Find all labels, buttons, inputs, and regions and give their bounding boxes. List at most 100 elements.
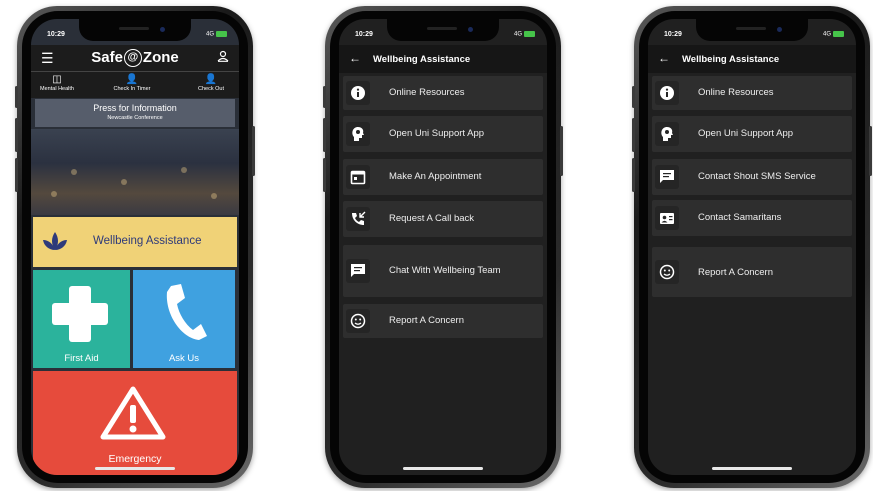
status-time: 10:29 xyxy=(664,31,682,38)
ask-us-tile[interactable]: Ask Us xyxy=(133,270,235,368)
notch xyxy=(79,19,191,41)
contact-card-icon xyxy=(655,206,679,230)
smiley-icon xyxy=(346,309,370,333)
phone-callback-icon xyxy=(346,207,370,231)
first-aid-label: First Aid xyxy=(64,353,99,364)
check-out-button[interactable]: 👤 Check Out xyxy=(191,74,231,92)
chat-with-wellbeing-team-item[interactable]: Chat With Wellbeing Team xyxy=(343,245,543,297)
chat-with-wellbeing-team-label: Chat With Wellbeing Team xyxy=(389,265,501,276)
check-in-timer-label: Check In Timer xyxy=(113,86,151,92)
head-support-icon xyxy=(346,122,370,146)
phone-side-button xyxy=(632,86,635,108)
info-subtitle: Newcastle Conference xyxy=(107,115,163,121)
contact-samaritans-label: Contact Samaritans xyxy=(698,212,782,223)
mental-health-icon: ◫ xyxy=(52,74,62,85)
request-call-back-item[interactable]: Request A Call back xyxy=(343,201,543,237)
notch xyxy=(696,19,808,41)
phone-power-button xyxy=(560,126,563,176)
open-uni-support-app-label: Open Uni Support App xyxy=(389,128,485,139)
info-title: Press for Information xyxy=(93,103,177,113)
press-for-information-banner[interactable]: Press for Information Newcastle Conferen… xyxy=(35,99,235,127)
wellbeing-screen-b: 10:29 4G ← Wellbeing Assistance Online R… xyxy=(648,19,856,475)
first-aid-tile[interactable]: First Aid xyxy=(33,270,130,368)
phone-volume-up xyxy=(15,118,18,152)
open-uni-support-app-label: Open Uni Support App xyxy=(698,128,794,139)
status-signal: 4G xyxy=(514,31,535,38)
check-out-label: Check Out xyxy=(198,86,224,92)
phone-volume-up xyxy=(632,118,635,152)
check-in-timer-button[interactable]: 👤 Check In Timer xyxy=(107,74,157,92)
mental-health-button[interactable]: ◫ Mental Health xyxy=(37,74,77,92)
wellbeing-assistance-tile[interactable]: Wellbeing Assistance xyxy=(33,217,237,267)
phone-wellbeing-list-a: 10:29 4G ← Wellbeing Assistance Online R… xyxy=(323,6,563,488)
chat-icon xyxy=(655,165,679,189)
user-profile-icon[interactable] xyxy=(217,50,229,65)
phone-wellbeing-list-b: 10:29 4G ← Wellbeing Assistance Online R… xyxy=(632,6,872,488)
quick-actions-bar: ◫ Mental Health 👤 Check In Timer 👤 Check… xyxy=(31,71,239,98)
emergency-label: Emergency xyxy=(108,453,162,465)
battery-icon xyxy=(833,31,844,37)
online-resources-label: Online Resources xyxy=(698,87,774,98)
status-signal: 4G xyxy=(206,31,227,38)
contact-shout-sms-label: Contact Shout SMS Service xyxy=(698,171,816,182)
mental-health-label: Mental Health xyxy=(40,86,74,92)
ask-us-label: Ask Us xyxy=(168,353,200,364)
status-signal: 4G xyxy=(823,31,844,38)
contact-samaritans-item[interactable]: Contact Samaritans xyxy=(652,200,852,236)
lotus-icon xyxy=(43,232,67,250)
app-bar: ← Wellbeing Assistance xyxy=(648,45,856,73)
status-time: 10:29 xyxy=(355,31,373,38)
phone-volume-down xyxy=(15,158,18,192)
page-title: Wellbeing Assistance xyxy=(682,54,780,65)
request-call-back-label: Request A Call back xyxy=(389,213,475,224)
status-time: 10:29 xyxy=(47,31,65,38)
battery-icon xyxy=(524,31,535,37)
make-appointment-label: Make An Appointment xyxy=(389,171,482,182)
wellbeing-screen-a: 10:29 4G ← Wellbeing Assistance Online R… xyxy=(339,19,547,475)
home-screen: 10:29 4G ☰ Safe @ Zone ◫ Mental Health 👤 C… xyxy=(31,19,239,475)
phone-home-screen: 10:29 4G ☰ Safe @ Zone ◫ Mental Health 👤 C… xyxy=(15,6,255,488)
emergency-tile[interactable]: Emergency xyxy=(33,371,237,475)
warning-triangle-icon xyxy=(100,386,166,440)
phone-power-button xyxy=(252,126,255,176)
page-title: Wellbeing Assistance xyxy=(373,54,471,65)
open-uni-support-app-item[interactable]: Open Uni Support App xyxy=(652,116,852,152)
home-indicator[interactable] xyxy=(712,467,792,470)
report-concern-label: Report A Concern xyxy=(389,315,464,326)
info-icon xyxy=(655,81,679,105)
phone-volume-down xyxy=(632,158,635,192)
check-out-icon: 👤 xyxy=(204,74,218,85)
online-resources-item[interactable]: Online Resources xyxy=(652,76,852,110)
head-support-icon xyxy=(655,122,679,146)
check-in-timer-icon: 👤 xyxy=(125,74,139,85)
online-resources-item[interactable]: Online Resources xyxy=(343,76,543,110)
report-concern-label: Report A Concern xyxy=(698,267,773,278)
notch xyxy=(387,19,499,41)
report-concern-item[interactable]: Report A Concern xyxy=(652,247,852,297)
report-concern-item[interactable]: Report A Concern xyxy=(343,304,543,338)
home-indicator[interactable] xyxy=(95,467,175,470)
make-appointment-item[interactable]: Make An Appointment xyxy=(343,159,543,195)
home-indicator[interactable] xyxy=(403,467,483,470)
online-resources-label: Online Resources xyxy=(389,87,465,98)
battery-icon xyxy=(216,31,227,37)
info-icon xyxy=(346,81,370,105)
phone-power-button xyxy=(869,126,872,176)
phone-side-button xyxy=(15,86,18,108)
app-header: ☰ Safe @ Zone xyxy=(31,45,239,71)
phone-volume-down xyxy=(323,158,326,192)
open-uni-support-app-item[interactable]: Open Uni Support App xyxy=(343,116,543,152)
phone-side-button xyxy=(323,86,326,108)
chat-icon xyxy=(346,259,370,283)
hero-background-image xyxy=(31,129,239,215)
back-arrow-icon[interactable]: ← xyxy=(658,51,670,65)
smiley-icon xyxy=(655,260,679,284)
contact-shout-sms-item[interactable]: Contact Shout SMS Service xyxy=(652,159,852,195)
phone-icon xyxy=(166,284,207,340)
app-logo: Safe @ Zone xyxy=(91,49,179,68)
phone-volume-up xyxy=(323,118,326,152)
wellbeing-assistance-label: Wellbeing Assistance xyxy=(93,235,202,247)
back-arrow-icon[interactable]: ← xyxy=(349,51,361,65)
app-bar: ← Wellbeing Assistance xyxy=(339,45,547,73)
calendar-icon xyxy=(346,165,370,189)
